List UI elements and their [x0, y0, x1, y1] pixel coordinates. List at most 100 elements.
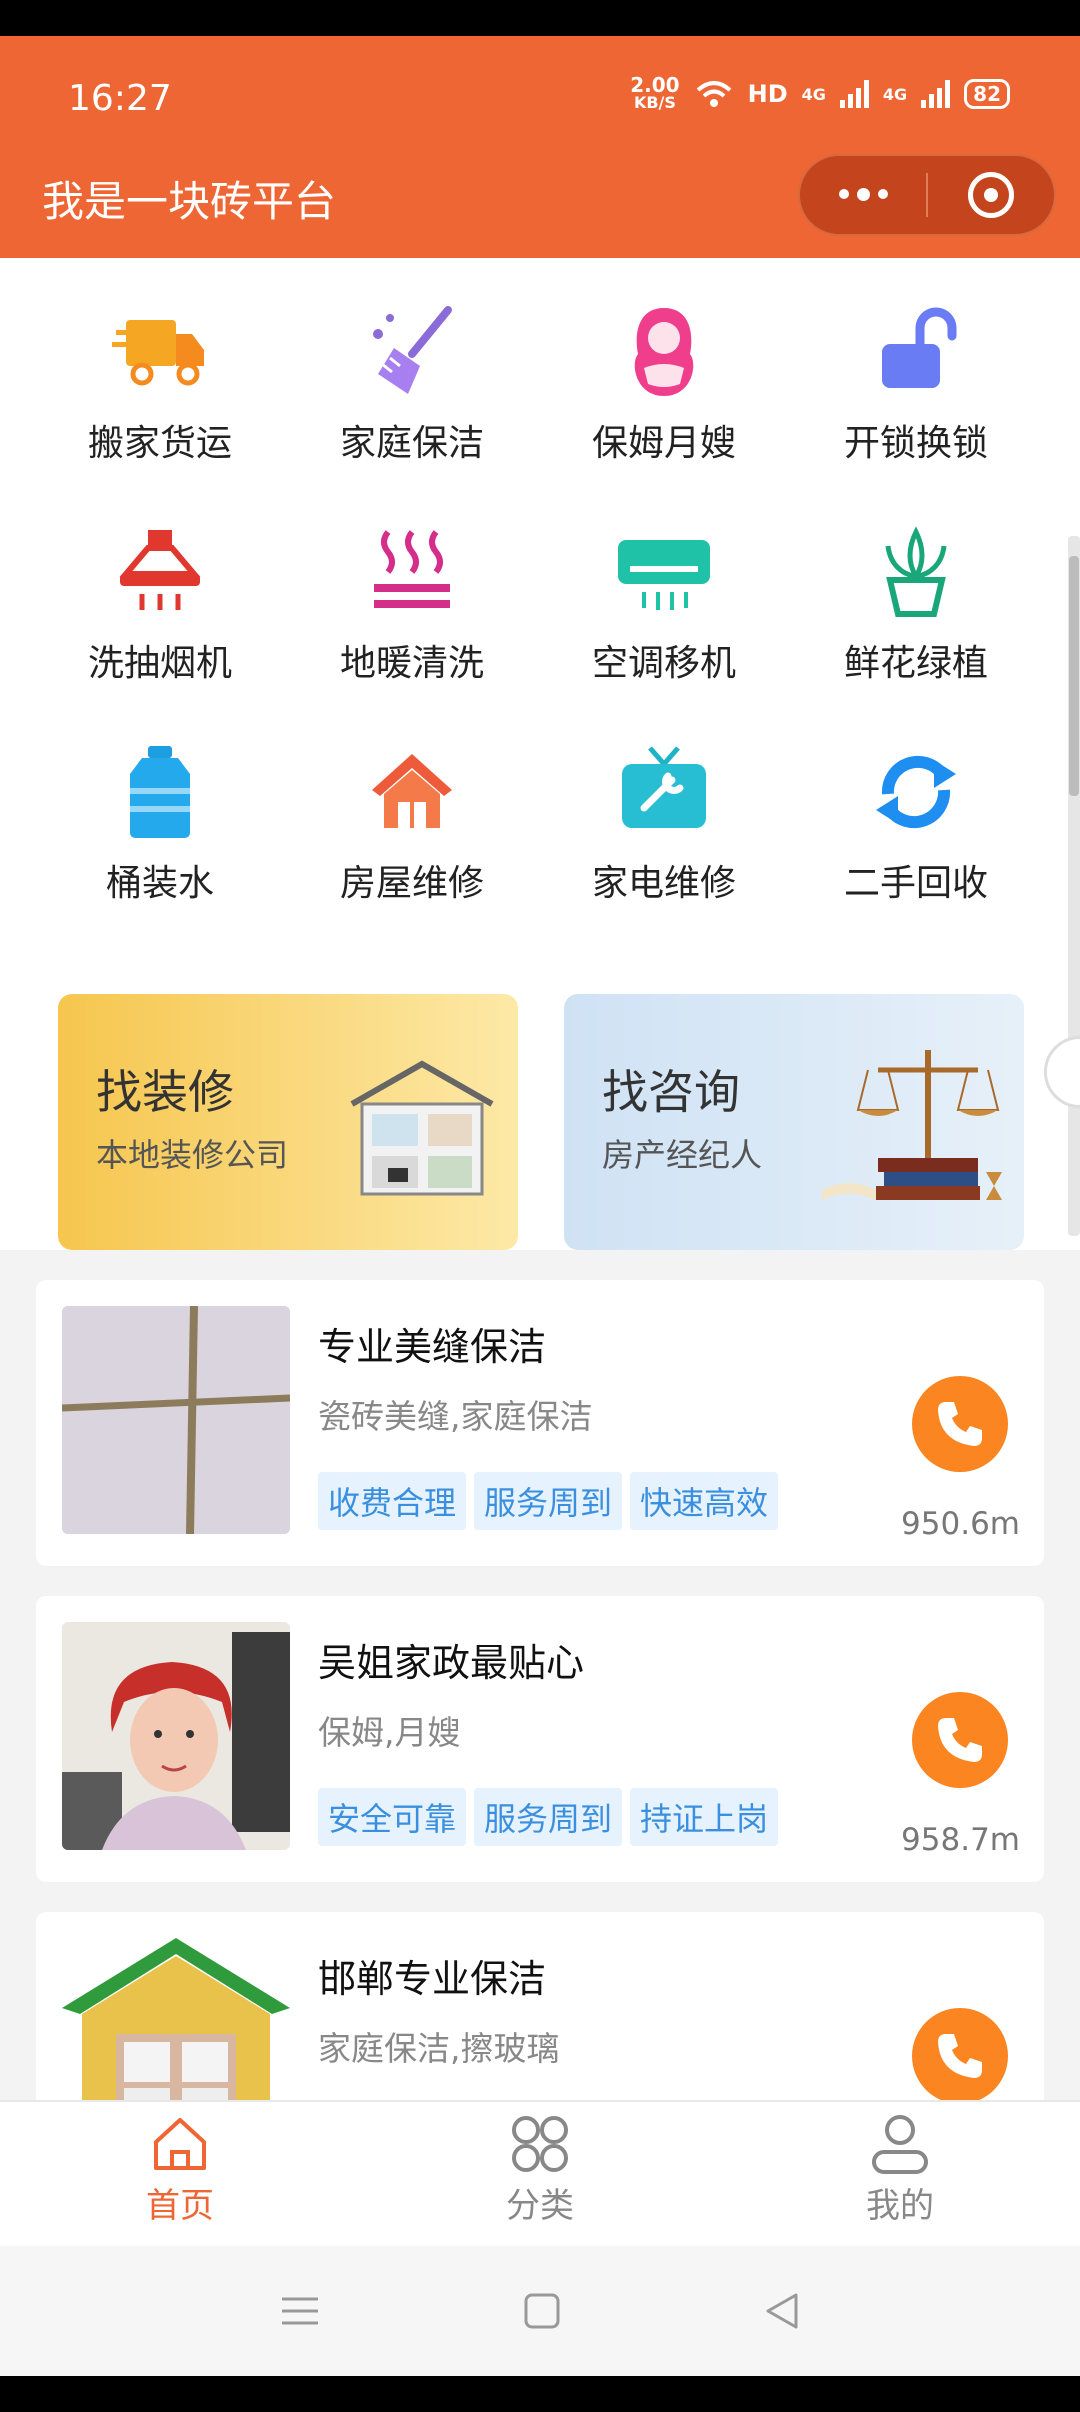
- service-label: 二手回收: [843, 863, 988, 904]
- listing-desc: 家庭保洁,擦玻璃: [318, 2029, 560, 2068]
- service-label: 搬家货运: [87, 423, 232, 464]
- house-icon: [364, 744, 460, 840]
- service-label: 空调移机: [591, 643, 736, 684]
- air-conditioner-icon: [616, 524, 712, 620]
- service-label: 鲜花绿植: [843, 643, 988, 684]
- listing-name: 专业美缝保洁: [318, 1325, 547, 1369]
- service-label: 家庭保洁: [339, 423, 484, 464]
- service-label: 地暖清洗: [339, 643, 484, 684]
- listing-thumbnail: [62, 1622, 290, 1850]
- house-illustration: [350, 1060, 494, 1196]
- range-hood-icon: [112, 524, 208, 620]
- scrollbar-thumb[interactable]: [1069, 556, 1079, 796]
- nanny-icon: [616, 304, 712, 400]
- call-button[interactable]: [912, 1376, 1008, 1472]
- tab-home[interactable]: 首页: [0, 2102, 360, 2246]
- call-button[interactable]: [912, 2008, 1008, 2104]
- floor-heating-icon: [364, 524, 460, 620]
- signal-icon-2: [921, 80, 951, 108]
- user-icon: [872, 2115, 928, 2174]
- tv-repair-icon: [616, 744, 712, 840]
- hd-indicator: HD: [747, 80, 788, 108]
- tab-label: 分类: [506, 2186, 574, 2226]
- home-nav-icon[interactable]: [522, 2291, 562, 2331]
- water-bottle-icon: [112, 744, 208, 840]
- service-nanny[interactable]: 保姆月嫂: [538, 298, 790, 518]
- listing-tag: 快速高效: [630, 1472, 779, 1530]
- net-speed: 2.00 KB/S: [630, 73, 680, 112]
- banner-title: 找装修: [96, 1065, 234, 1119]
- service-bottled-water[interactable]: 桶装水: [34, 738, 286, 958]
- potted-plant-icon: [868, 524, 964, 620]
- service-cleaning[interactable]: 家庭保洁: [286, 298, 538, 518]
- padlock-icon: [868, 304, 964, 400]
- app-header: 16:27 2.00 KB/S HD 4G 4G 82 我是一块砖平台: [0, 36, 1080, 258]
- banner-consulting[interactable]: 找咨询 房产经纪人: [564, 994, 1024, 1250]
- service-moving[interactable]: 搬家货运: [34, 298, 286, 518]
- listing-card[interactable]: 吴姐家政最贴心 保姆,月嫂 安全可靠 服务周到 持证上岗 958.7m: [36, 1596, 1044, 1882]
- grid-icon: [512, 2116, 568, 2172]
- close-miniprogram-button[interactable]: [928, 172, 1054, 218]
- listing-card[interactable]: 邯郸专业保洁 家庭保洁,擦玻璃: [36, 1912, 1044, 2112]
- broom-icon: [364, 304, 460, 400]
- service-plants[interactable]: 鲜花绿植: [790, 518, 1042, 738]
- service-house-repair[interactable]: 房屋维修: [286, 738, 538, 958]
- listing-thumbnail: [62, 1306, 290, 1534]
- wifi-icon: [696, 81, 731, 107]
- system-nav-bar: [0, 2246, 1080, 2376]
- listing-tag: 收费合理: [318, 1472, 467, 1530]
- banner-subtitle: 房产经纪人: [602, 1136, 763, 1174]
- screen: 16:27 2.00 KB/S HD 4G 4G 82 我是一块砖平台 搬家货运…: [0, 36, 1080, 2376]
- tab-label: 首页: [146, 2186, 214, 2226]
- phone-icon: [938, 1718, 982, 1762]
- service-label: 开锁换锁: [843, 423, 988, 464]
- banner-title: 找咨询: [602, 1065, 740, 1119]
- listing-desc: 保姆,月嫂: [318, 1713, 461, 1752]
- recycle-icon: [868, 744, 964, 840]
- service-label: 保姆月嫂: [591, 423, 736, 464]
- phone-icon: [938, 2034, 982, 2078]
- banner-renovation[interactable]: 找装修 本地装修公司: [58, 994, 518, 1250]
- phone-icon: [938, 1402, 982, 1446]
- justice-scale-illustration: [822, 1050, 1002, 1200]
- status-time: 16:27: [68, 78, 172, 119]
- listing-tag: 安全可靠: [318, 1788, 467, 1846]
- listing-tags: 安全可靠 服务周到 持证上岗: [318, 1788, 779, 1846]
- listing-card[interactable]: 专业美缝保洁 瓷砖美缝,家庭保洁 收费合理 服务周到 快速高效 950.6m: [36, 1280, 1044, 1566]
- signal-icon-1: [839, 80, 869, 108]
- listing-name: 吴姐家政最贴心: [318, 1641, 585, 1685]
- service-appliance-repair[interactable]: 家电维修: [538, 738, 790, 958]
- network-4g-2: 4G: [882, 84, 908, 104]
- listing-thumbnail: [62, 1938, 290, 2112]
- target-icon: [967, 172, 1014, 218]
- service-floor-heating[interactable]: 地暖清洗: [286, 518, 538, 738]
- service-grid: 搬家货运 家庭保洁 保姆月嫂 开锁换锁 洗抽烟机 地暖清洗 空调移机 鲜花绿植 …: [0, 298, 1080, 958]
- listing-distance: 950.6m: [901, 1506, 1020, 1542]
- miniprogram-capsule: [798, 154, 1056, 236]
- more-menu-button[interactable]: [800, 188, 926, 201]
- service-label: 家电维修: [591, 863, 736, 904]
- service-label: 洗抽烟机: [87, 643, 232, 684]
- listing-tag: 服务周到: [474, 1472, 623, 1530]
- services-panel: 搬家货运 家庭保洁 保姆月嫂 开锁换锁 洗抽烟机 地暖清洗 空调移机 鲜花绿植 …: [0, 258, 1080, 1250]
- listing-tag: 服务周到: [474, 1788, 623, 1846]
- service-range-hood[interactable]: 洗抽烟机: [34, 518, 286, 738]
- tab-profile[interactable]: 我的: [720, 2102, 1080, 2246]
- menu-icon[interactable]: [278, 2291, 322, 2331]
- home-icon: [154, 2118, 206, 2170]
- banner-subtitle: 本地装修公司: [96, 1136, 289, 1174]
- back-icon[interactable]: [762, 2291, 802, 2331]
- tab-label: 我的: [866, 2186, 934, 2226]
- listing-tag: 持证上岗: [630, 1788, 779, 1846]
- status-icons: 2.00 KB/S HD 4G 4G 82: [630, 73, 1010, 112]
- listing-desc: 瓷砖美缝,家庭保洁: [318, 1397, 593, 1436]
- service-label: 桶装水: [105, 863, 214, 904]
- battery-indicator: 82: [964, 79, 1010, 109]
- listing-distance: 958.7m: [901, 1822, 1020, 1858]
- service-air-conditioner[interactable]: 空调移机: [538, 518, 790, 738]
- tab-category[interactable]: 分类: [360, 2102, 720, 2246]
- service-locksmith[interactable]: 开锁换锁: [790, 298, 1042, 518]
- app-title: 我是一块砖平台: [42, 177, 337, 226]
- call-button[interactable]: [912, 1692, 1008, 1788]
- service-recycling[interactable]: 二手回收: [790, 738, 1042, 958]
